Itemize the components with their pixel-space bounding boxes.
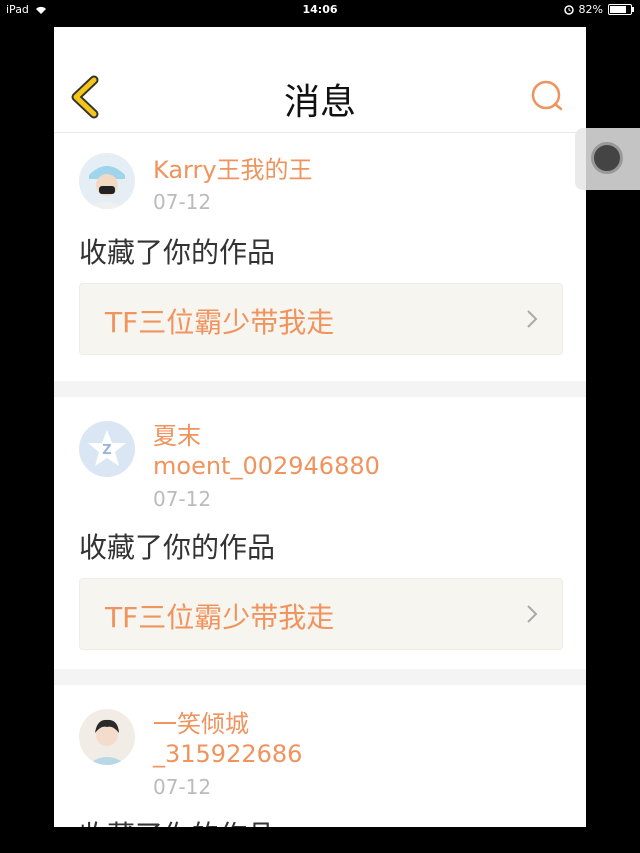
assistive-touch-icon [591,142,623,174]
work-link[interactable]: TF三位霸少带我走 [79,578,563,650]
username[interactable]: Karry王我的王 [153,155,313,185]
date: 07-12 [153,190,212,214]
notification-feed: Karry王我的王 07-12 收藏了你的作品 TF三位霸少带我走 Z 夏末 m… [54,133,586,827]
avatar[interactable]: Z [79,421,135,477]
status-bar: iPad 14:06 82% [0,0,640,20]
action-text: 收藏了你的作品 [79,814,275,827]
username[interactable]: 一笑倾城 _315922686 [153,709,302,769]
work-link[interactable]: TF三位霸少带我走 [79,283,563,355]
battery-icon [608,4,634,15]
chevron-right-icon [527,605,538,623]
chevron-right-icon [527,310,538,328]
nav-bar: 消息 [54,27,586,133]
search-icon [531,80,563,111]
date: 07-12 [153,775,212,799]
date: 07-12 [153,487,212,511]
app-screen: 消息 Karry王我的王 07-12 收藏了你的作品 TF三位霸少带我走 Z 夏… [54,27,586,827]
status-time: 14:06 [302,3,338,16]
username-line-2: _315922686 [153,740,303,768]
avatar[interactable] [79,153,135,209]
username[interactable]: 夏末 moent_002946880 [153,421,380,481]
page-title: 消息 [283,82,356,123]
divider [54,669,586,685]
username-line-2: moent_002946880 [153,452,380,480]
work-title: TF三位霸少带我走 [105,601,335,634]
divider [54,381,586,397]
search-button[interactable] [530,79,564,113]
assistive-touch-button[interactable] [575,128,640,190]
action-text: 收藏了你的作品 [79,531,276,564]
battery-percent: 82% [578,3,603,16]
work-title: TF三位霸少带我走 [105,306,335,339]
avatar[interactable] [79,709,135,765]
svg-text:Z: Z [102,443,111,458]
username-line-1: 一笑倾城 [153,710,249,738]
battery-fill [610,6,626,13]
notification-item: 一笑倾城 _315922686 07-12 收藏了你的作品 [54,685,586,827]
notification-item: Karry王我的王 07-12 收藏了你的作品 TF三位霸少带我走 [54,133,586,381]
notification-item: Z 夏末 moent_002946880 07-12 收藏了你的作品 TF三位霸… [54,397,586,669]
action-text: 收藏了你的作品 [79,236,276,269]
alarm-icon [563,4,574,15]
username-line-1: 夏末 [153,422,201,450]
